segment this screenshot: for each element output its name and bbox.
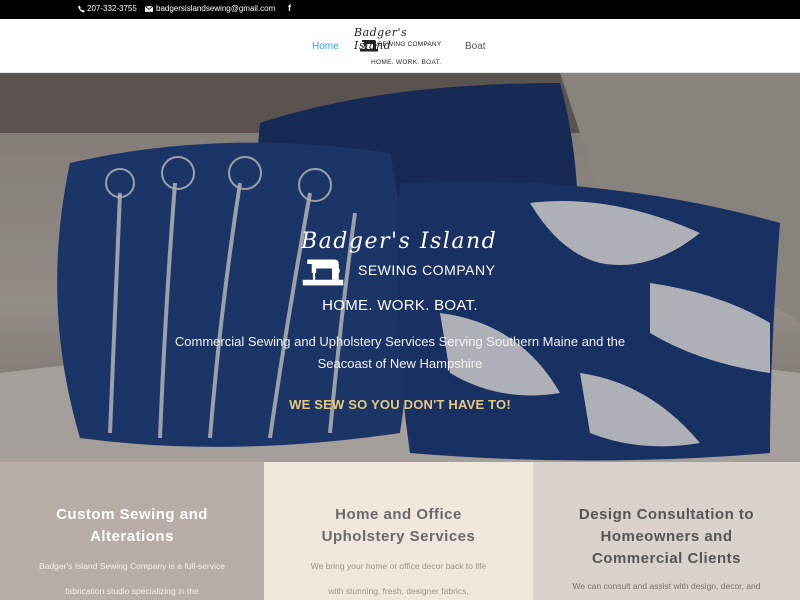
logo-company-text: SEWING COMPANY [378,41,442,48]
email-link[interactable]: badgersislandsewing@gmail.com [145,4,275,13]
email-address: badgersislandsewing@gmail.com [156,4,276,13]
hero-description: Commercial Sewing and Upholstery Service… [174,334,626,371]
hero-logo-script: Badger's Island [301,229,498,254]
logo-tagline: HOME. WORK. BOAT. [371,59,442,66]
feature-design-consultation: Design Consultation to Homeowners and Co… [533,462,800,600]
nav-item-home[interactable]: Home [312,41,339,52]
site-logo[interactable]: Badger's Island SEWING COMPANY HOME. WOR… [352,26,448,70]
feature-custom-sewing: Custom Sewing and Alterations Badger's I… [0,462,264,600]
nav-item-boat[interactable]: Boat [465,41,486,52]
hero-cta: WE SEW SO YOU DON'T HAVE TO! [289,397,511,412]
phone-icon [78,5,85,13]
feature-columns: Custom Sewing and Alterations Badger's I… [0,462,800,600]
hero-section: Badger's Island SEWING COMPANY HOME. WOR… [0,73,800,462]
hero-logo-company: SEWING COMPANY [358,262,496,278]
main-navigation: Home Badger's Island SEWING COMPANY HOME… [0,19,800,73]
top-bar: 207-332-3755 badgersislandsewing@gmail.c… [0,0,800,19]
feature-upholstery: Home and Office Upholstery Services We b… [264,462,533,600]
facebook-icon[interactable]: f [288,3,291,13]
feature-text: Badger's Island Sewing Company is a full… [39,561,225,596]
hero-tagline: HOME. WORK. BOAT. [322,297,478,314]
feature-text: We can consult and assist with design, d… [572,581,761,591]
feature-title: Design Consultation to Homeowners and Co… [578,506,755,567]
feature-title: Home and Office Upholstery Services [321,506,476,545]
phone-link[interactable]: 207-332-3755 [78,4,137,13]
feature-title: Custom Sewing and Alterations [56,506,208,545]
phone-number: 207-332-3755 [87,4,137,13]
feature-text: We bring your home or office decor back … [310,561,487,596]
mail-icon [145,5,153,12]
